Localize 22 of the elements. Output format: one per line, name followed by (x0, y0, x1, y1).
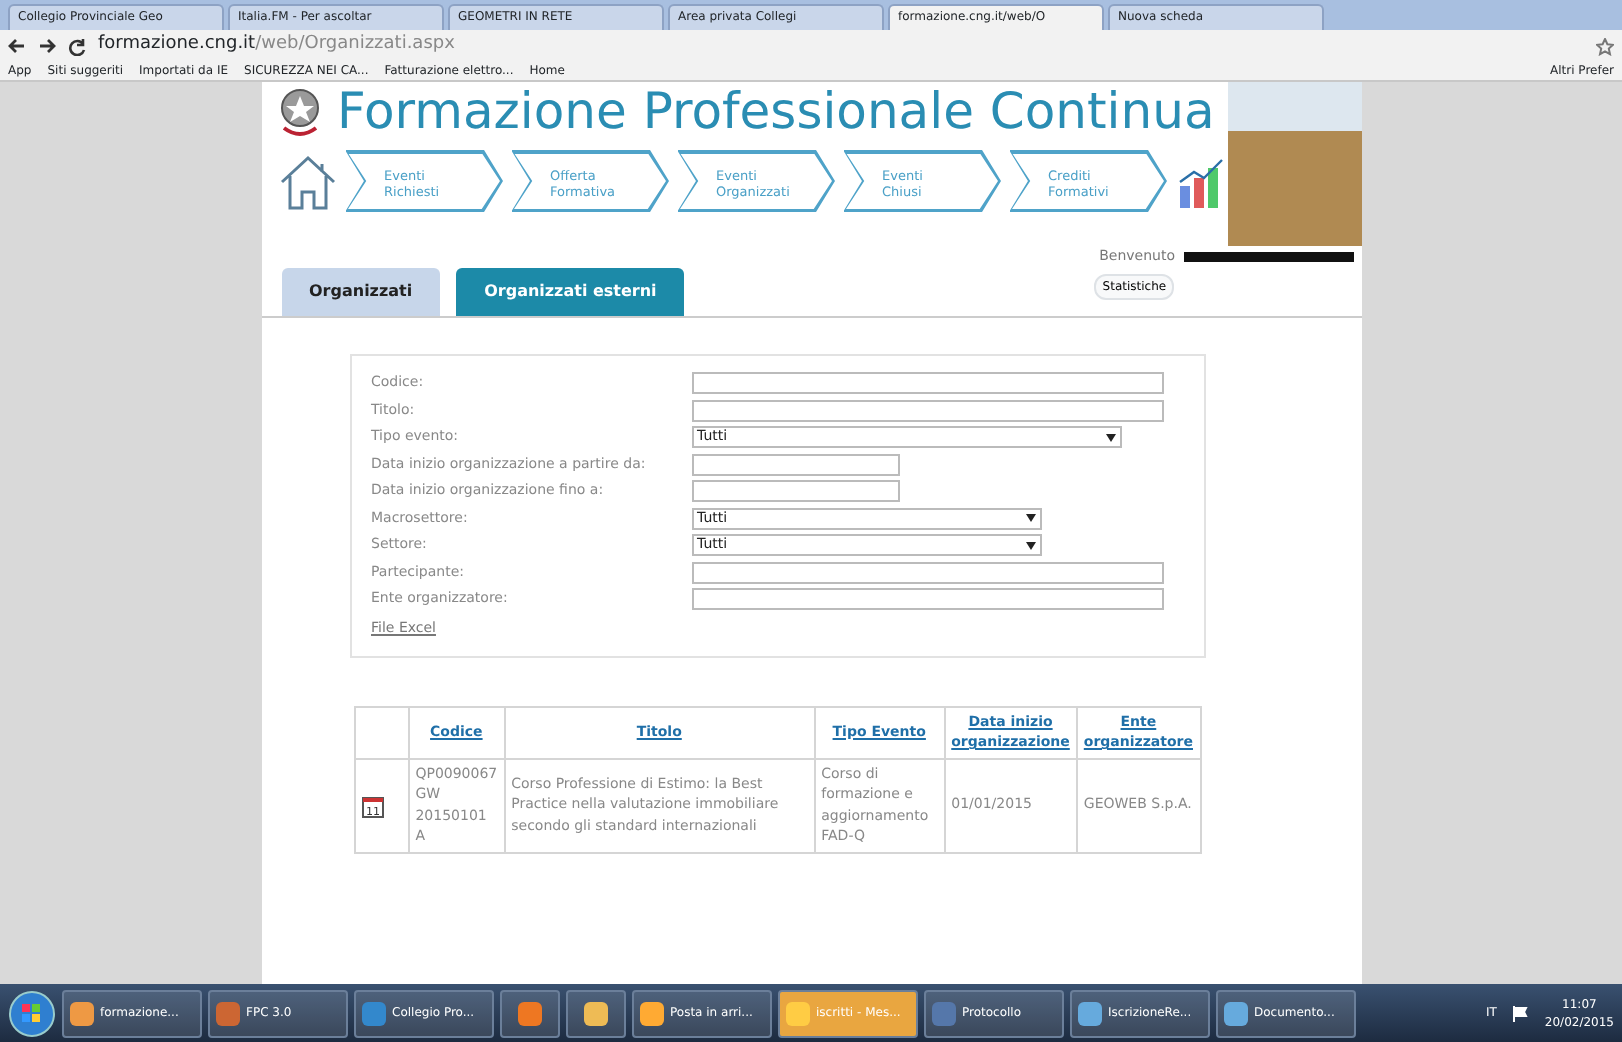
date-field[interactable] (691, 480, 899, 502)
taskbar-button[interactable] (500, 989, 560, 1037)
page-tab[interactable]: Organizzati esterni (456, 267, 685, 315)
caret-icon (1025, 541, 1035, 549)
site-title: Formazione Professionale Continua (337, 82, 1215, 142)
flag-icon[interactable] (1512, 1005, 1529, 1021)
back-icon[interactable] (8, 38, 26, 54)
input-field[interactable] (691, 399, 1163, 421)
forward-icon[interactable] (38, 38, 56, 54)
date-field[interactable] (691, 453, 899, 475)
input-field[interactable] (691, 588, 1163, 610)
caret-icon (1025, 514, 1035, 522)
page-tab[interactable]: Organizzati (281, 267, 441, 315)
home-icon[interactable] (277, 151, 337, 211)
input-field[interactable] (691, 372, 1163, 394)
reload-icon[interactable] (68, 37, 86, 55)
start-button[interactable] (8, 989, 56, 1037)
bar-chart-icon[interactable] (1175, 153, 1227, 209)
taskbar-button[interactable] (566, 989, 626, 1037)
input-field[interactable] (691, 561, 1163, 583)
caret-icon (1105, 433, 1115, 441)
star-icon[interactable] (1596, 37, 1614, 55)
